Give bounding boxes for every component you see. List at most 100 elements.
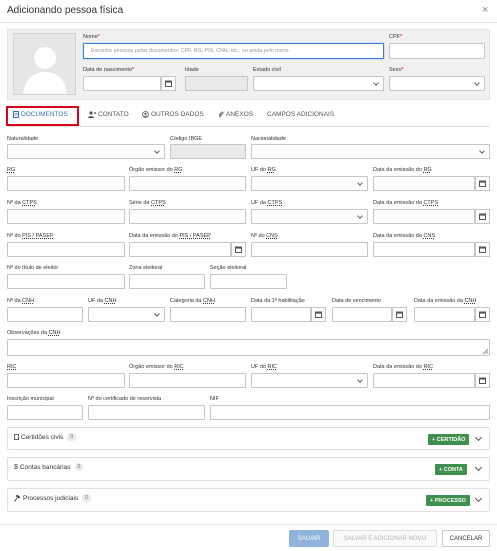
- calendar-icon[interactable]: [475, 176, 490, 191]
- data-ctps-label: Data da emissão da CTPS: [373, 200, 439, 206]
- nome-search-input[interactable]: Encontre pessoas pelos documentos: CPF, …: [83, 43, 384, 59]
- count-badge: 0: [67, 433, 77, 441]
- inscricao-municipal-input[interactable]: [7, 405, 83, 420]
- calendar-icon[interactable]: [161, 76, 176, 91]
- gavel-icon: [14, 494, 21, 502]
- data-cnh-label: Data da emissão da CNH: [414, 298, 477, 304]
- nascimento-input[interactable]: [83, 76, 161, 91]
- dialog-title: Adicionando pessoa física: [7, 5, 124, 16]
- data-pis-input[interactable]: [129, 242, 231, 257]
- close-icon[interactable]: ×: [482, 4, 488, 16]
- cnh-label: Nº da CNH: [7, 298, 35, 304]
- data-cns-input[interactable]: [373, 242, 475, 257]
- nacionalidade-select[interactable]: [251, 144, 490, 159]
- secao-eleitoral-label: Seção eleitoral: [210, 265, 247, 271]
- uf-ctps-label: UF da CTPS: [251, 200, 283, 206]
- rg-input[interactable]: [7, 176, 125, 191]
- tab-outros-dados[interactable]: OUTROS DADOS: [142, 111, 204, 118]
- uf-cnh-select[interactable]: [88, 307, 165, 322]
- obs-cnh-label: Observações da CNH: [7, 330, 61, 336]
- calendar-icon[interactable]: [475, 242, 490, 257]
- tab-documentos[interactable]: DOCUMENTOS: [13, 111, 68, 118]
- divider: [0, 22, 497, 23]
- uf-rg-label: UF do RG: [251, 167, 276, 173]
- chevron-down-icon: [474, 80, 480, 86]
- chevron-down-icon[interactable]: [474, 494, 483, 503]
- calendar-icon[interactable]: [475, 373, 490, 388]
- idade-input: [185, 76, 248, 91]
- estado-civil-select[interactable]: [253, 76, 384, 91]
- avatar-placeholder[interactable]: [13, 33, 76, 95]
- cns-input[interactable]: [251, 242, 368, 257]
- ric-label: RIC: [7, 364, 17, 370]
- data-ric-label: Data da emissão do RIC: [373, 364, 433, 370]
- cancel-button[interactable]: CANCELAR: [442, 530, 490, 547]
- nif-input[interactable]: [210, 405, 490, 420]
- tab-label: OUTROS DADOS: [151, 111, 204, 118]
- titulo-eleitor-input[interactable]: [7, 274, 125, 289]
- ric-input[interactable]: [7, 373, 125, 388]
- add-certidao-button[interactable]: + CERTIDÃO: [428, 434, 470, 445]
- data-ric-input[interactable]: [373, 373, 475, 388]
- calendar-icon[interactable]: [311, 307, 326, 322]
- cnh-input[interactable]: [7, 307, 83, 322]
- primeira-habilitacao-input[interactable]: [251, 307, 311, 322]
- pis-input[interactable]: [7, 242, 125, 257]
- panel-contas[interactable]: $ Contas bancárias 0 + CONTA: [7, 457, 490, 481]
- calendar-icon[interactable]: [475, 209, 490, 224]
- tab-label: CAMPOS ADICIONAIS: [267, 111, 335, 118]
- document-icon: [13, 111, 19, 118]
- cpf-input[interactable]: [389, 43, 485, 59]
- chevron-down-icon: [357, 213, 363, 219]
- panel-processos[interactable]: Processos judiciais 0 + PROCESSO: [7, 488, 490, 512]
- chevron-down-icon: [154, 148, 160, 154]
- user-circle-icon: [142, 111, 149, 118]
- naturalidade-select[interactable]: [7, 144, 165, 159]
- calendar-icon[interactable]: [475, 307, 490, 322]
- calendar-icon[interactable]: [392, 307, 407, 322]
- orgao-rg-input[interactable]: [129, 176, 246, 191]
- tab-label: ANEXOS: [226, 111, 254, 118]
- data-rg-label: Data da emissão do RG: [373, 167, 432, 173]
- obs-cnh-textarea[interactable]: [7, 339, 490, 356]
- user-silhouette-icon: [23, 47, 67, 94]
- serie-ctps-input[interactable]: [129, 209, 246, 224]
- vencimento-input[interactable]: [332, 307, 392, 322]
- data-rg-input[interactable]: [373, 176, 475, 191]
- categoria-cnh-label: Categoria da CNH: [170, 298, 215, 304]
- data-pis-label: Data da emissão do PIS / PASEP: [129, 233, 211, 239]
- zona-eleitoral-label: Zona eleitoral: [129, 265, 163, 271]
- secao-eleitoral-input[interactable]: [210, 274, 287, 289]
- orgao-ric-input[interactable]: [129, 373, 246, 388]
- ctps-input[interactable]: [7, 209, 125, 224]
- primeira-habilitacao-label: Data da 1ª habilitação: [251, 298, 305, 304]
- data-ctps-input[interactable]: [373, 209, 475, 224]
- sexo-select[interactable]: [389, 76, 485, 91]
- data-cnh-input[interactable]: [414, 307, 475, 322]
- footer-divider: [0, 524, 497, 525]
- tab-label: DOCUMENTOS: [21, 111, 68, 118]
- tab-campos-adicionais[interactable]: CAMPOS ADICIONAIS: [267, 111, 334, 118]
- chevron-down-icon[interactable]: [474, 463, 483, 472]
- sexo-label: Sexo*: [389, 67, 404, 73]
- zona-eleitoral-input[interactable]: [129, 274, 205, 289]
- reservista-input[interactable]: [88, 405, 205, 420]
- uf-rg-select[interactable]: [251, 176, 368, 191]
- naturalidade-label: Naturalidade: [7, 136, 39, 142]
- uf-ctps-select[interactable]: [251, 209, 368, 224]
- calendar-icon[interactable]: [231, 242, 246, 257]
- save-and-new-button[interactable]: SALVAR E ADICIONAR NOVO: [333, 530, 437, 547]
- tab-contato[interactable]: CONTATO: [88, 111, 129, 118]
- tab-label: CONTATO: [98, 111, 129, 118]
- add-conta-button[interactable]: + CONTA: [435, 464, 467, 475]
- tab-anexos[interactable]: ANEXOS: [218, 111, 253, 118]
- uf-ric-select[interactable]: [251, 373, 368, 388]
- add-processo-button[interactable]: + PROCESSO: [426, 495, 470, 506]
- resize-handle-icon[interactable]: [482, 348, 488, 354]
- save-button[interactable]: SALVAR: [289, 530, 329, 547]
- count-badge: 0: [74, 463, 84, 471]
- chevron-down-icon[interactable]: [474, 433, 483, 442]
- categoria-cnh-input[interactable]: [170, 307, 246, 322]
- chevron-down-icon: [357, 377, 363, 383]
- panel-certidoes[interactable]: Certidões civis 0 + CERTIDÃO: [7, 427, 490, 450]
